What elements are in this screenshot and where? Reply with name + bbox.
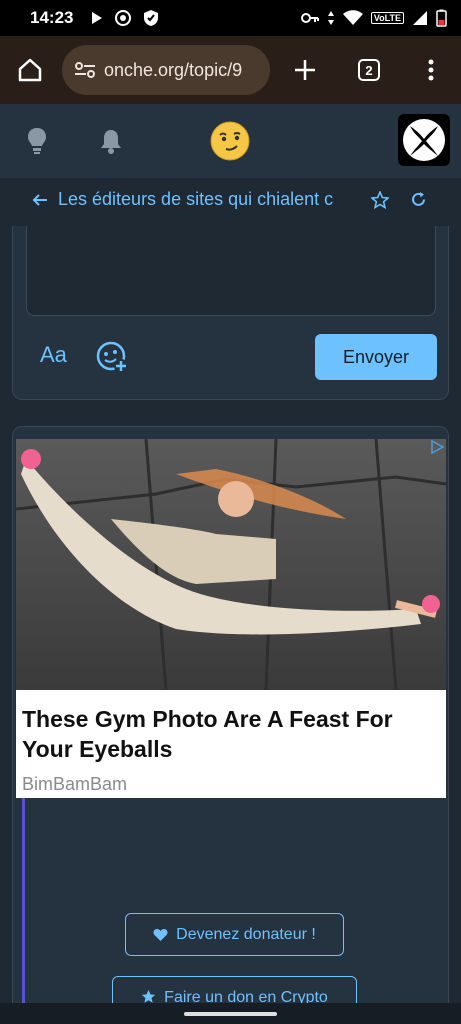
wifi-icon: [342, 10, 363, 25]
new-tab-button[interactable]: [285, 50, 325, 90]
home-button[interactable]: [10, 50, 50, 90]
clock: 14:23: [30, 8, 74, 27]
adchoices-icon[interactable]: [430, 440, 444, 454]
gesture-bar: [0, 1003, 461, 1024]
url-text: onche.org/topic/9: [104, 59, 243, 80]
heart-icon: [153, 928, 168, 941]
browser-toolbar: onche.org/topic/9 2: [0, 36, 461, 104]
user-avatar[interactable]: [398, 114, 450, 166]
ad-source: BimBamBam: [22, 774, 128, 794]
shield-notification-icon: [144, 10, 159, 26]
key-icon: [300, 13, 319, 23]
browser-menu-button[interactable]: [411, 50, 451, 90]
battery-icon: [436, 9, 447, 27]
volte-badge: VoLTE: [370, 12, 404, 24]
add-emoji-icon[interactable]: [95, 340, 129, 374]
play-notification-icon: [92, 12, 103, 24]
tab-count: 2: [358, 59, 380, 81]
post-accent-line: [22, 798, 25, 1008]
chrome-notification-icon: [115, 10, 132, 26]
home-icon: [18, 58, 42, 82]
send-button[interactable]: Envoyer: [315, 334, 437, 380]
ad-headline[interactable]: These Gym Photo Are A Feast For Your Eye…: [22, 704, 432, 764]
back-arrow-icon[interactable]: [32, 192, 48, 208]
message-textarea[interactable]: [26, 226, 436, 316]
format-text-button[interactable]: Aa: [40, 342, 67, 368]
lightbulb-icon[interactable]: [26, 126, 48, 156]
reply-card: Aa Envoyer: [12, 226, 449, 400]
xbox-logo-icon: [403, 119, 445, 161]
address-bar[interactable]: onche.org/topic/9: [62, 45, 270, 95]
signal-icon: [413, 11, 427, 25]
topic-title[interactable]: Les éditeurs de sites qui chialent c: [58, 189, 363, 210]
topic-bar: Les éditeurs de sites qui chialent c: [0, 178, 461, 224]
star-filled-icon: [142, 989, 156, 1003]
site-logo-icon[interactable]: [210, 121, 250, 161]
bell-icon[interactable]: [99, 128, 123, 154]
donate-button[interactable]: Devenez donateur !: [125, 913, 344, 956]
plus-icon: [295, 60, 315, 80]
star-icon[interactable]: [371, 191, 389, 209]
data-transfer-icon: [327, 11, 334, 25]
tab-switcher-button[interactable]: 2: [349, 50, 389, 90]
site-settings-icon[interactable]: [74, 61, 96, 79]
kebab-menu-icon: [428, 59, 434, 81]
status-bar: 14:23 VoLTE: [0, 0, 461, 36]
ad-text-block[interactable]: These Gym Photo Are A Feast For Your Eye…: [16, 690, 446, 798]
refresh-icon[interactable]: [410, 191, 427, 208]
home-gesture-handle[interactable]: [184, 1012, 277, 1016]
ad-image[interactable]: [16, 439, 446, 690]
donate-label: Devenez donateur !: [176, 925, 316, 943]
